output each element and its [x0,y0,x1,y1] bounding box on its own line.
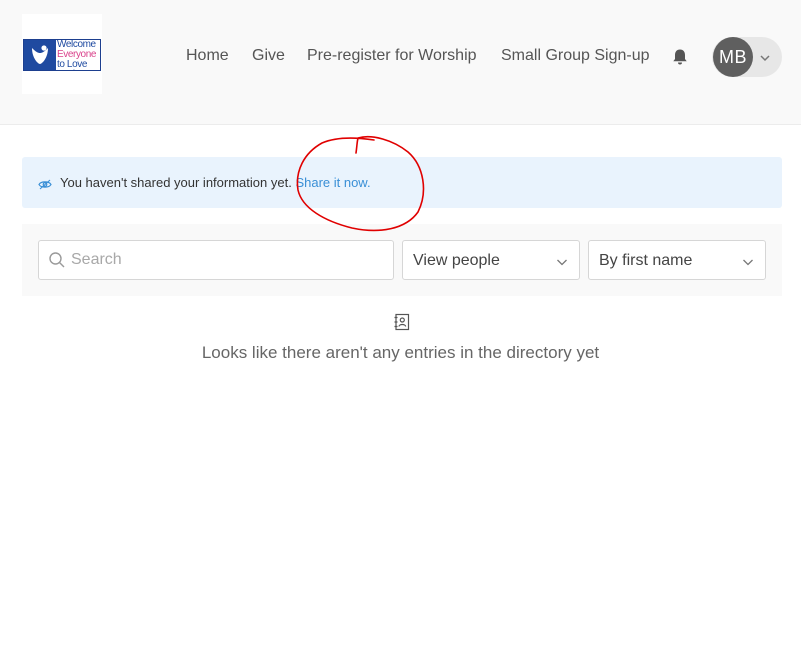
sort-select-value: By first name [599,252,693,269]
address-book-icon [393,313,411,331]
directory-filters: View people By first name [22,224,782,296]
search-icon [48,251,66,269]
view-select-value: View people [413,252,500,269]
search-box [38,240,394,280]
nav-give[interactable]: Give [252,47,285,65]
logo-badge: Welcome Everyone to Love God [23,39,101,71]
view-select[interactable]: View people [402,240,580,280]
nav-home[interactable]: Home [186,47,229,65]
empty-directory-message: Looks like there aren't any entries in t… [201,343,600,362]
share-info-banner: You haven't shared your information yet.… [22,157,782,208]
user-menu-button[interactable]: MB [712,37,782,77]
logo-mark-icon [24,40,56,70]
chevron-down-icon [759,51,771,63]
logo-text: Welcome Everyone to Love God [57,40,100,71]
avatar: MB [713,37,753,77]
chevron-down-icon [556,255,568,267]
chevron-down-icon [742,255,754,267]
info-message: You haven't shared your information yet.… [60,175,371,190]
nav-pre-register-worship[interactable]: Pre-register for Worship [307,47,477,65]
eye-icon [38,177,52,190]
bell-icon[interactable] [671,48,689,66]
nav-small-group-signup[interactable]: Small Group Sign-up [501,47,650,65]
share-info-link[interactable]: Share it now. [295,175,370,190]
info-message-text: You haven't shared your information yet. [60,175,292,190]
logo-line-3: to Love God [57,59,88,71]
church-logo[interactable]: Welcome Everyone to Love God [22,14,102,94]
sort-select[interactable]: By first name [588,240,766,280]
search-input[interactable] [71,242,389,278]
site-header: Welcome Everyone to Love God Home Give P… [0,0,801,125]
